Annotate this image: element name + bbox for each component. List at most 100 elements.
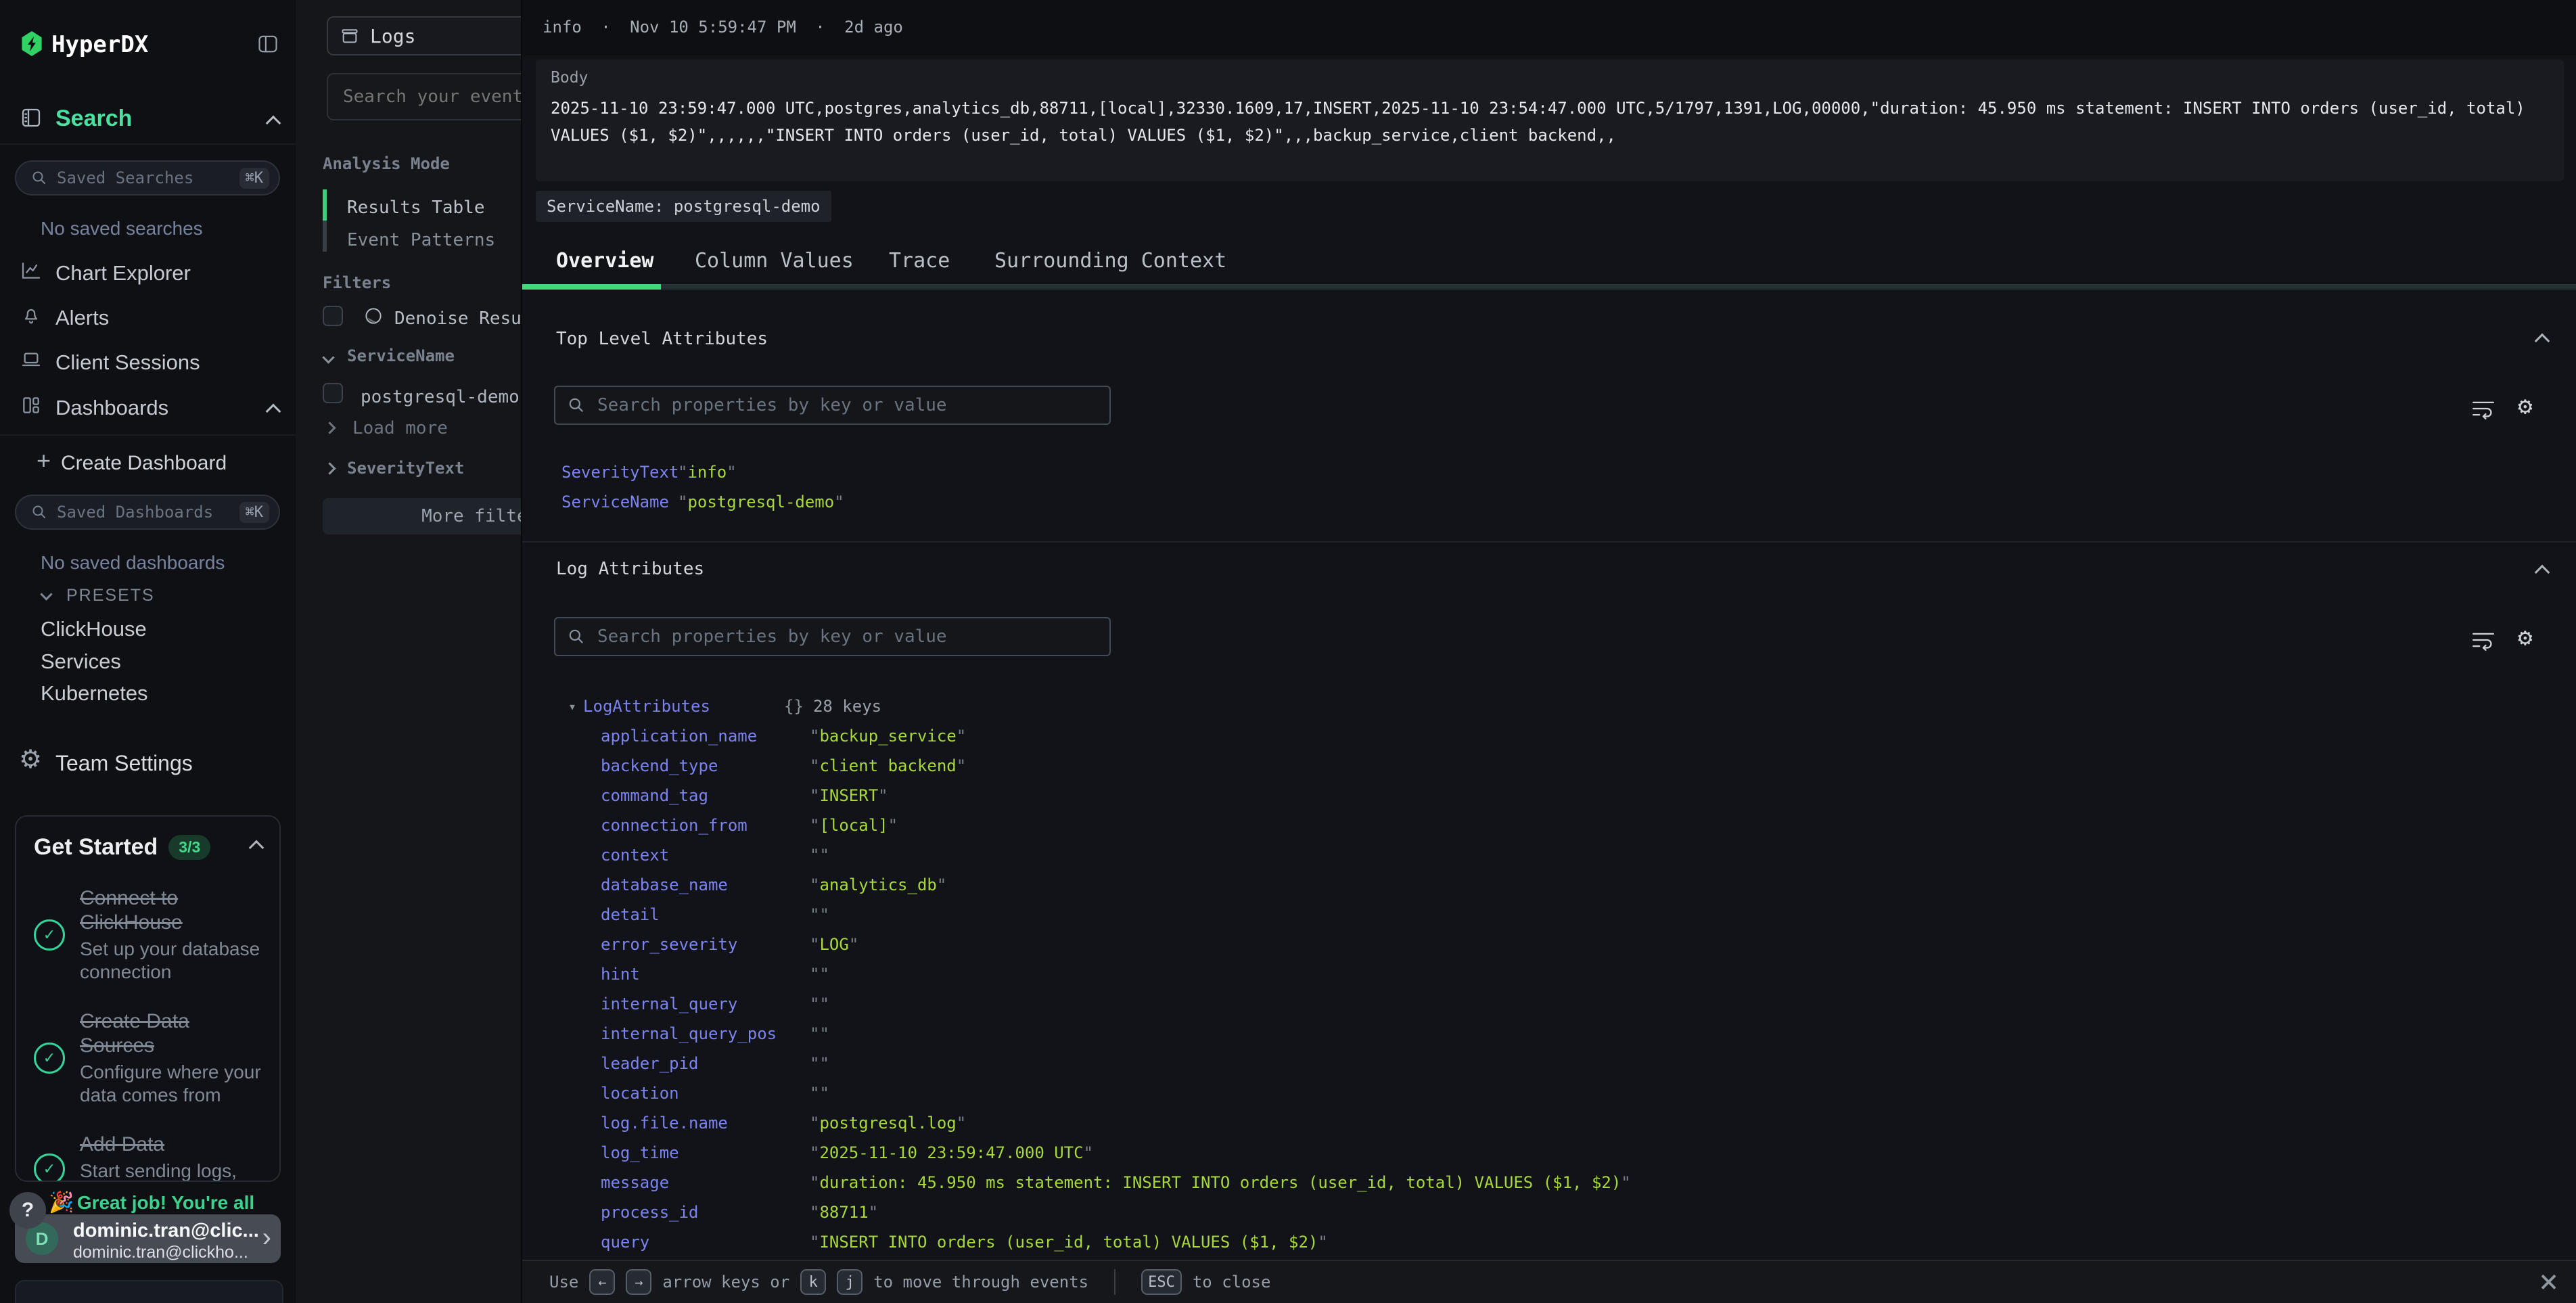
gear-icon[interactable]: ⚙	[2518, 392, 2533, 420]
close-icon[interactable]: ×	[2539, 1264, 2558, 1299]
wrap-lines-icon[interactable]	[2470, 398, 2496, 419]
sidebar-item-team-settings[interactable]: Team Settings	[55, 751, 193, 776]
sidebar-item-alerts[interactable]: Alerts	[55, 306, 109, 330]
chevron-up-icon[interactable]	[266, 404, 281, 419]
chevron-down-icon[interactable]	[40, 588, 52, 600]
attribute-key[interactable]: error_severity	[601, 935, 810, 954]
servicename-value-checkbox[interactable]	[323, 383, 343, 403]
tab-overview[interactable]: Overview	[556, 249, 654, 273]
attribute-key[interactable]: SeverityText	[561, 463, 678, 482]
attribute-key[interactable]: message	[601, 1173, 810, 1192]
help-button[interactable]: ?	[9, 1192, 46, 1229]
saved-searches-input[interactable]: Saved Searches ⌘K	[15, 160, 280, 196]
attribute-value[interactable]: ""	[810, 995, 829, 1013]
attribute-value[interactable]: "postgresql.log"	[810, 1114, 966, 1133]
filter-group-severitytext[interactable]: SeverityText	[347, 459, 464, 478]
log-attributes-root-row[interactable]: ▾ LogAttributes {} 28 keys	[568, 691, 881, 721]
create-dashboard-button[interactable]: Create Dashboard	[61, 452, 227, 475]
attribute-key[interactable]: detail	[601, 905, 810, 924]
attribute-key[interactable]: process_id	[601, 1203, 810, 1222]
esc-key[interactable]: ESC	[1141, 1269, 1182, 1295]
collapse-sidebar-icon[interactable]	[257, 34, 279, 54]
right-arrow-key[interactable]: →	[626, 1269, 651, 1295]
mode-results-table[interactable]: Results Table	[347, 198, 485, 218]
sidebar-item-search[interactable]: Search	[55, 106, 132, 132]
top-level-search[interactable]	[554, 386, 1111, 425]
sidebar-item-services[interactable]: Services	[41, 649, 121, 674]
attribute-value[interactable]: "postgresql-demo"	[678, 493, 844, 511]
attribute-value[interactable]: ""	[810, 965, 829, 984]
saved-dashboards-input[interactable]: Saved Dashboards ⌘K	[15, 495, 280, 530]
attribute-key[interactable]: internal_query_pos	[601, 1024, 810, 1043]
attribute-key[interactable]: hint	[601, 965, 810, 984]
sidebar-item-chart-explorer[interactable]: Chart Explorer	[55, 261, 191, 285]
body-text[interactable]: 2025-11-10 23:59:47.000 UTC,postgres,ana…	[551, 95, 2549, 149]
attribute-key[interactable]: location	[601, 1084, 810, 1103]
collapse-section-icon[interactable]	[2535, 565, 2550, 580]
sidebar-item-clickhouse[interactable]: ClickHouse	[41, 617, 147, 641]
chevron-down-icon[interactable]	[322, 351, 334, 363]
bottom-card-partial[interactable]	[15, 1280, 283, 1303]
left-arrow-key[interactable]: ←	[589, 1269, 615, 1295]
event-search-input[interactable]	[327, 73, 521, 120]
presets-label[interactable]: PRESETS	[66, 586, 155, 605]
collapse-triangle-icon[interactable]: ▾	[568, 698, 576, 714]
sidebar-item-kubernetes[interactable]: Kubernetes	[41, 681, 148, 706]
more-filters-button[interactable]: More filters	[323, 498, 521, 534]
attribute-key[interactable]: query	[601, 1233, 810, 1252]
attribute-value[interactable]: ""	[810, 846, 829, 865]
attribute-value[interactable]: "info"	[678, 463, 737, 482]
attribute-key[interactable]: connection_from	[601, 816, 810, 835]
attribute-value[interactable]: "[local]"	[810, 816, 898, 835]
attribute-key[interactable]: command_tag	[601, 786, 810, 805]
mode-event-patterns[interactable]: Event Patterns	[347, 230, 495, 250]
attribute-key[interactable]: database_name	[601, 875, 810, 894]
attribute-value[interactable]: "INSERT"	[810, 786, 888, 805]
attribute-value[interactable]: ""	[810, 1084, 829, 1103]
user-menu[interactable]: D dominic.tran@clic... dominic.tran@clic…	[15, 1214, 281, 1263]
log-attributes-search-field[interactable]	[596, 626, 1097, 647]
attribute-key[interactable]: backend_type	[601, 756, 810, 775]
attribute-value[interactable]: ""	[810, 1024, 829, 1043]
denoise-checkbox[interactable]	[323, 306, 343, 326]
denoise-label[interactable]: Denoise Results	[394, 308, 521, 329]
attribute-key[interactable]: application_name	[601, 727, 810, 746]
attribute-value[interactable]: "INSERT INTO orders (user_id, total) VAL…	[810, 1233, 1328, 1252]
attribute-value[interactable]: ""	[810, 1054, 829, 1073]
filter-group-servicename[interactable]: ServiceName	[347, 346, 455, 365]
attribute-key[interactable]: leader_pid	[601, 1054, 810, 1073]
attribute-key[interactable]: context	[601, 846, 810, 865]
get-started-item[interactable]: ✓ Add Data Start sending logs, metrics, …	[34, 1133, 266, 1182]
log-attributes-search[interactable]	[554, 617, 1111, 656]
chevron-up-icon[interactable]	[249, 840, 264, 855]
attribute-value[interactable]: "LOG"	[810, 935, 858, 954]
j-key[interactable]: j	[837, 1269, 862, 1295]
top-level-search-field[interactable]	[596, 394, 1097, 416]
attribute-value[interactable]: "backup_service"	[810, 727, 966, 746]
collapse-section-icon[interactable]	[2535, 334, 2550, 349]
attribute-value[interactable]: "client backend"	[810, 756, 966, 775]
chevron-right-icon[interactable]	[323, 421, 336, 434]
tab-surrounding-context[interactable]: Surrounding Context	[994, 249, 1226, 273]
tab-trace[interactable]: Trace	[889, 249, 950, 273]
load-more-button[interactable]: Load more	[352, 418, 448, 438]
wrap-lines-icon[interactable]	[2470, 629, 2496, 651]
chevron-right-icon[interactable]	[323, 462, 336, 474]
sidebar-item-client-sessions[interactable]: Client Sessions	[55, 350, 200, 375]
attribute-key[interactable]: log_time	[601, 1143, 810, 1162]
attribute-value[interactable]: "2025-11-10 23:59:47.000 UTC"	[810, 1143, 1093, 1162]
chevron-up-icon[interactable]	[266, 116, 281, 131]
attribute-key[interactable]: internal_query	[601, 995, 810, 1013]
attribute-value[interactable]: "88711"	[810, 1203, 878, 1222]
attribute-value[interactable]: "analytics_db"	[810, 875, 946, 894]
attribute-key[interactable]: ServiceName	[561, 493, 678, 511]
tab-column-values[interactable]: Column Values	[695, 249, 854, 273]
attribute-key[interactable]: log.file.name	[601, 1114, 810, 1133]
attribute-value[interactable]: "duration: 45.950 ms statement: INSERT I…	[810, 1173, 1631, 1192]
get-started-item[interactable]: ✓ Create Data Sources Configure where yo…	[34, 1009, 266, 1107]
attribute-key[interactable]: LogAttributes	[583, 697, 784, 716]
gear-icon[interactable]: ⚙	[2518, 624, 2533, 652]
get-started-item[interactable]: ✓ Connect to ClickHouse Set up your data…	[34, 886, 266, 984]
source-select[interactable]: Logs	[327, 16, 521, 55]
attribute-value[interactable]: ""	[810, 905, 829, 924]
